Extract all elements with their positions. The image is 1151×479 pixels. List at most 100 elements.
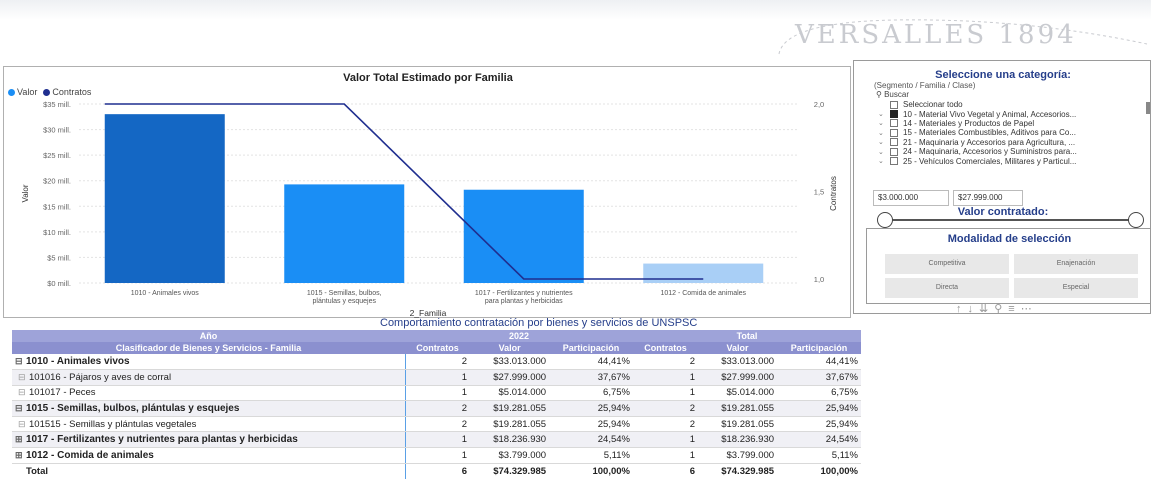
- col-valor-2022[interactable]: Valor: [470, 342, 550, 354]
- checkbox[interactable]: [890, 138, 898, 147]
- header-row-columns: Clasificador de Bienes y Servicios - Fam…: [12, 342, 861, 354]
- col-participacion-total[interactable]: Participación: [777, 342, 861, 354]
- collapse-icon[interactable]: ⊟: [15, 403, 26, 414]
- search-icon: ⚲: [876, 90, 882, 99]
- filter-icon[interactable]: ≡: [1008, 303, 1020, 315]
- table-row[interactable]: ⊟ 1010 - Animales vivos 2 $33.013.000 44,41%…: [12, 354, 861, 371]
- value-range-max-handle[interactable]: [1128, 212, 1144, 228]
- modality-enajenacion-button[interactable]: Enajenación: [1014, 254, 1138, 274]
- table-cell: 2: [405, 416, 471, 433]
- table-cell: 6,75%: [777, 385, 861, 402]
- search-input[interactable]: Buscar: [884, 90, 909, 99]
- table-cell: $19.281.055: [698, 400, 778, 417]
- table-row[interactable]: ⊞ 1012 - Comida de animales 1 $3.799.000 5,1…: [12, 447, 861, 464]
- category-item[interactable]: ⌄ 10 - Material Vivo Vegetal y Animal, Ac…: [878, 109, 1146, 119]
- col-contratos-total[interactable]: Contratos: [632, 342, 699, 354]
- year-value-header[interactable]: 2022: [405, 330, 633, 342]
- expand-icon[interactable]: ⊞: [15, 434, 26, 445]
- table-cell: $19.281.055: [470, 400, 550, 417]
- expand-icon[interactable]: ⊞: [15, 450, 26, 461]
- table-row[interactable]: ⊞ 1017 - Fertilizantes y nutrientes para …: [12, 431, 861, 449]
- table-cell: 24,54%: [549, 431, 633, 449]
- table-cell: $18.236.930: [698, 431, 778, 449]
- category-search[interactable]: ⚲ Buscar: [876, 90, 909, 99]
- table-row[interactable]: ⊟ 101515 - Semillas y plántulas vegetales…: [12, 416, 861, 433]
- category-list[interactable]: Seleccionar todo ⌄ 10 - Material Vivo Vege…: [878, 100, 1146, 170]
- modality-directa-button[interactable]: Directa: [885, 278, 1009, 298]
- row-label: ⊞ 1017 - Fertilizantes y nutrientes para …: [12, 431, 406, 449]
- x-tick-label: 1015 - Semillas, bulbos,: [307, 290, 382, 297]
- category-list-scrollbar[interactable]: [1146, 102, 1150, 114]
- table-cell: $3.799.000: [698, 447, 778, 464]
- checkbox[interactable]: [890, 147, 898, 156]
- visual-header-icons[interactable]: ↑↓⇊⚲≡⋯: [956, 302, 1038, 315]
- table-cell: 6,75%: [549, 385, 633, 402]
- total-label: Total: [12, 463, 406, 479]
- row-label-text: 101017 - Peces: [29, 387, 96, 399]
- category-slicer-subtitle: (Segmento / Familia / Clase): [874, 81, 976, 90]
- checkbox[interactable]: [890, 119, 898, 128]
- checkbox[interactable]: [890, 110, 898, 119]
- collapse-icon[interactable]: ⊟: [18, 419, 29, 430]
- table-cell: 44,41%: [549, 354, 633, 371]
- row-label: ⊟ 1015 - Semillas, bulbos, plántulas y es…: [12, 400, 406, 417]
- x-tick-label: 1012 - Comida de animales: [660, 290, 746, 297]
- bar[interactable]: [463, 189, 584, 283]
- chevron-down-icon[interactable]: ⌄: [878, 119, 888, 127]
- table-cell: $19.281.055: [470, 416, 550, 433]
- value-range-min-handle[interactable]: [877, 212, 893, 228]
- arrow-up-icon[interactable]: ↑: [956, 303, 968, 315]
- collapse-icon[interactable]: ⊟: [15, 356, 26, 367]
- bar[interactable]: [643, 263, 764, 283]
- chevron-down-icon[interactable]: ⌄: [878, 110, 888, 118]
- chevron-down-icon[interactable]: ⌄: [878, 138, 888, 146]
- collapse-icon[interactable]: ⊟: [18, 387, 29, 398]
- category-item-label: 25 - Vehículos Comerciales, Militares y …: [903, 156, 1077, 166]
- table-row[interactable]: ⊟ 101017 - Peces 1 $5.014.000 6,75% 1 $5.014.0…: [12, 385, 861, 402]
- table-cell: 1: [632, 447, 699, 464]
- value-max-input[interactable]: $27.999.000: [953, 190, 1023, 206]
- category-item[interactable]: ⌄ 21 - Maquinaria y Accesorios para Agric…: [878, 138, 1146, 147]
- total-cell: 100,00%: [820, 465, 858, 477]
- y-tick-label: $25 mill.: [43, 151, 71, 160]
- checkbox[interactable]: [890, 100, 898, 109]
- col-contratos-2022[interactable]: Contratos: [405, 342, 471, 354]
- category-item[interactable]: ⌄ 14 - Materiales y Productos de Papel: [878, 119, 1146, 128]
- row-header[interactable]: Clasificador de Bienes y Servicios - Fam…: [12, 342, 405, 354]
- x-tick-label: plántulas y esquejes: [313, 298, 377, 305]
- value-min-input[interactable]: $3.000.000: [873, 190, 949, 206]
- col-participacion-2022[interactable]: Participación: [549, 342, 633, 354]
- chart-panel[interactable]: Valor Total Estimado por Familia Valor C…: [3, 66, 851, 318]
- more-options-icon[interactable]: ⋯: [1021, 303, 1038, 315]
- chevron-down-icon[interactable]: ⌄: [878, 129, 888, 137]
- bar[interactable]: [104, 114, 225, 284]
- checkbox[interactable]: [890, 128, 898, 137]
- table-row[interactable]: ⊟ 1015 - Semillas, bulbos, plántulas y es…: [12, 400, 861, 417]
- value-range-track[interactable]: [885, 219, 1129, 221]
- chevron-down-icon[interactable]: ⌄: [878, 157, 888, 165]
- row-label: ⊟ 1010 - Animales vivos: [12, 354, 406, 371]
- arrow-down-icon[interactable]: ↓: [968, 303, 980, 315]
- modality-competitiva-button[interactable]: Competitiva: [885, 254, 1009, 274]
- category-item[interactable]: ⌄ 15 - Materiales Combustibles, Aditivos …: [878, 128, 1146, 137]
- value-slicer-title: Valor contratado:: [957, 206, 1049, 218]
- y-tick-label: $15 mill.: [43, 202, 71, 211]
- y2-tick-label: 2,0: [814, 100, 824, 109]
- bar[interactable]: [284, 184, 405, 283]
- expand-level-icon[interactable]: ⇊: [979, 303, 994, 315]
- table-cell: 25,94%: [549, 416, 633, 433]
- modality-especial-button[interactable]: Especial: [1014, 278, 1138, 298]
- checkbox[interactable]: [890, 157, 898, 166]
- total-cell: $74.329.985: [721, 465, 775, 477]
- category-item[interactable]: ⌄ 25 - Vehículos Comerciales, Militares y…: [878, 156, 1146, 166]
- collapse-icon[interactable]: ⊟: [18, 372, 29, 383]
- drill-icon[interactable]: ⚲: [994, 303, 1008, 315]
- category-item[interactable]: Seleccionar todo: [878, 100, 1146, 109]
- col-valor-total[interactable]: Valor: [698, 342, 778, 354]
- chevron-down-icon[interactable]: ⌄: [878, 148, 888, 156]
- category-item[interactable]: ⌄ 24 - Maquinaria, Accesorios y Suministr…: [878, 147, 1146, 156]
- table-cell: $3.799.000: [470, 447, 550, 464]
- table-cell: $27.999.000: [470, 369, 550, 386]
- table-row[interactable]: ⊟ 101016 - Pájaros y aves de corral 1 $27.9…: [12, 369, 861, 386]
- row-label-text: 101016 - Pájaros y aves de corral: [29, 371, 172, 383]
